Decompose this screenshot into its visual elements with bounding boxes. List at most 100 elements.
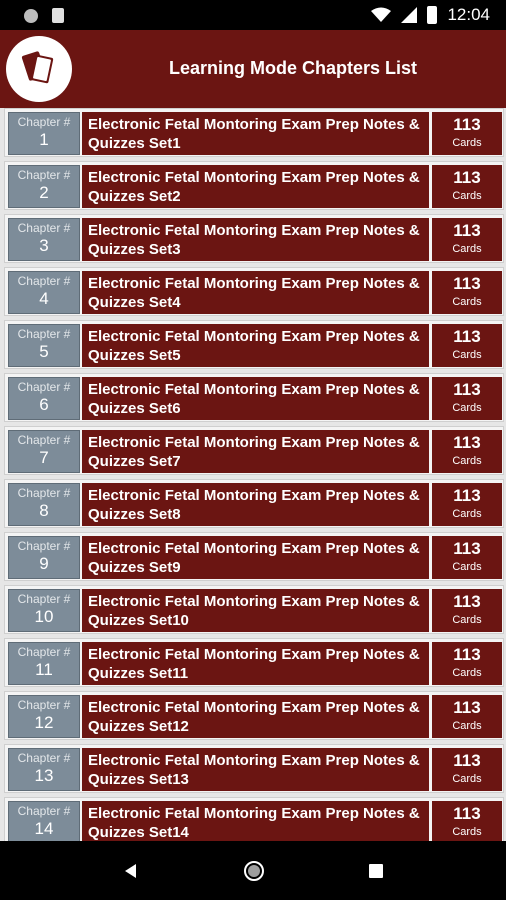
card-count: 113 — [453, 168, 481, 187]
card-count: 113 — [453, 221, 481, 240]
chapter-title: Electronic Fetal Montoring Exam Prep Not… — [82, 271, 429, 314]
card-count-label: Cards — [452, 667, 482, 679]
chapter-row[interactable]: Chapter #6 Electronic Fetal Montoring Exa… — [4, 373, 504, 422]
card-count-box: 113 Cards — [432, 536, 502, 579]
chapter-number-box: Chapter #3 — [8, 218, 80, 261]
chapter-title: Electronic Fetal Montoring Exam Prep Not… — [82, 165, 429, 208]
chapter-number: 11 — [35, 660, 53, 679]
chapter-number: 3 — [39, 236, 49, 255]
chapter-title: Electronic Fetal Montoring Exam Prep Not… — [82, 430, 429, 473]
card-count: 113 — [453, 804, 481, 823]
card-count-box: 113 Cards — [432, 324, 502, 367]
chapter-row[interactable]: Chapter #13 Electronic Fetal Montoring Ex… — [4, 744, 504, 793]
chapter-title: Electronic Fetal Montoring Exam Prep Not… — [82, 324, 429, 367]
chapter-title: Electronic Fetal Montoring Exam Prep Not… — [82, 483, 429, 526]
chapter-number-box: Chapter #12 — [8, 695, 80, 738]
chapter-number-box: Chapter #4 — [8, 271, 80, 314]
notification-dot-icon — [24, 8, 38, 23]
chapter-title: Electronic Fetal Montoring Exam Prep Not… — [82, 589, 429, 632]
chapter-number: 7 — [39, 448, 49, 467]
chapter-title: Electronic Fetal Montoring Exam Prep Not… — [82, 642, 429, 685]
chapter-row[interactable]: Chapter #14 Electronic Fetal Montoring Ex… — [4, 797, 504, 841]
chapter-number-box: Chapter #10 — [8, 589, 80, 632]
card-count-label: Cards — [452, 720, 482, 732]
chapter-number: 14 — [34, 819, 54, 838]
recents-icon[interactable] — [367, 862, 385, 880]
chapter-label: Chapter # — [17, 433, 71, 447]
card-count: 113 — [453, 433, 481, 452]
app-bar: Learning Mode Chapters List — [0, 30, 506, 108]
status-time: 12:04 — [447, 5, 490, 24]
card-count: 113 — [453, 380, 481, 399]
signal-icon — [401, 7, 418, 23]
chapter-row[interactable]: Chapter #1 Electronic Fetal Montoring Exa… — [4, 108, 504, 157]
chapter-row[interactable]: Chapter #5 Electronic Fetal Montoring Exa… — [4, 320, 504, 369]
card-count-box: 113 Cards — [432, 642, 502, 685]
wifi-icon — [371, 7, 392, 22]
card-count: 113 — [453, 645, 481, 664]
chapter-row[interactable]: Chapter #8 Electronic Fetal Montoring Exa… — [4, 479, 504, 528]
chapter-row[interactable]: Chapter #3 Electronic Fetal Montoring Exa… — [4, 214, 504, 263]
chapter-label: Chapter # — [17, 592, 71, 606]
card-count: 113 — [453, 539, 481, 558]
status-bar: 12:04 — [0, 0, 506, 30]
flashcards-icon[interactable] — [6, 36, 72, 102]
card-count: 113 — [453, 115, 481, 134]
card-count-label: Cards — [452, 455, 482, 467]
chapter-label: Chapter # — [17, 804, 71, 818]
chapter-number-box: Chapter #8 — [8, 483, 80, 526]
chapter-number-box: Chapter #5 — [8, 324, 80, 367]
card-count-label: Cards — [452, 508, 482, 520]
card-count-label: Cards — [452, 402, 482, 414]
card-count-box: 113 Cards — [432, 271, 502, 314]
card-count: 113 — [453, 751, 481, 770]
page-title: Learning Mode Chapters List — [168, 58, 418, 78]
chapter-number-box: Chapter #9 — [8, 536, 80, 579]
card-count-label: Cards — [452, 190, 482, 202]
chapter-number: 8 — [39, 501, 49, 520]
card-count-label: Cards — [452, 826, 482, 838]
chapter-title: Electronic Fetal Montoring Exam Prep Not… — [82, 695, 429, 738]
chapter-label: Chapter # — [17, 380, 71, 394]
chapter-number: 5 — [39, 342, 49, 361]
card-count-box: 113 Cards — [432, 165, 502, 208]
chapter-label: Chapter # — [17, 698, 71, 712]
chapter-number: 4 — [39, 289, 49, 308]
chapter-row[interactable]: Chapter #7 Electronic Fetal Montoring Exa… — [4, 426, 504, 475]
chapter-row[interactable]: Chapter #11 Electronic Fetal Montoring Ex… — [4, 638, 504, 687]
battery-icon — [427, 6, 438, 24]
navigation-bar — [0, 841, 506, 900]
chapter-row[interactable]: Chapter #10 Electronic Fetal Montoring Ex… — [4, 585, 504, 634]
card-count: 113 — [453, 698, 481, 717]
home-icon[interactable] — [242, 859, 266, 883]
chapter-number-box: Chapter #6 — [8, 377, 80, 420]
card-count-label: Cards — [452, 296, 482, 308]
chapter-number: 6 — [39, 395, 49, 414]
chapter-row[interactable]: Chapter #2 Electronic Fetal Montoring Exa… — [4, 161, 504, 210]
chapter-number-box: Chapter #1 — [8, 112, 80, 155]
chapter-number: 9 — [39, 554, 49, 573]
card-count: 113 — [453, 274, 481, 293]
chapter-label: Chapter # — [17, 539, 71, 553]
chapter-list[interactable]: Chapter #1 Electronic Fetal Montoring Exa… — [0, 108, 506, 841]
card-count-label: Cards — [452, 614, 482, 626]
card-count-box: 113 Cards — [432, 748, 502, 791]
card-count-box: 113 Cards — [432, 695, 502, 738]
chapter-title: Electronic Fetal Montoring Exam Prep Not… — [82, 112, 429, 155]
card-count: 113 — [453, 592, 481, 611]
chapter-label: Chapter # — [17, 327, 71, 341]
chapter-label: Chapter # — [17, 115, 71, 129]
chapter-label: Chapter # — [17, 751, 71, 765]
chapter-number-box: Chapter #13 — [8, 748, 80, 791]
chapter-row[interactable]: Chapter #4 Electronic Fetal Montoring Exa… — [4, 267, 504, 316]
chapter-label: Chapter # — [17, 168, 71, 182]
chapter-title: Electronic Fetal Montoring Exam Prep Not… — [82, 801, 429, 841]
card-count: 113 — [453, 486, 481, 505]
chapter-title: Electronic Fetal Montoring Exam Prep Not… — [82, 377, 429, 420]
chapter-title: Electronic Fetal Montoring Exam Prep Not… — [82, 536, 429, 579]
chapter-row[interactable]: Chapter #9 Electronic Fetal Montoring Exa… — [4, 532, 504, 581]
back-icon[interactable] — [121, 861, 141, 881]
chapter-row[interactable]: Chapter #12 Electronic Fetal Montoring Ex… — [4, 691, 504, 740]
chapter-label: Chapter # — [17, 274, 71, 288]
card-count-box: 113 Cards — [432, 430, 502, 473]
